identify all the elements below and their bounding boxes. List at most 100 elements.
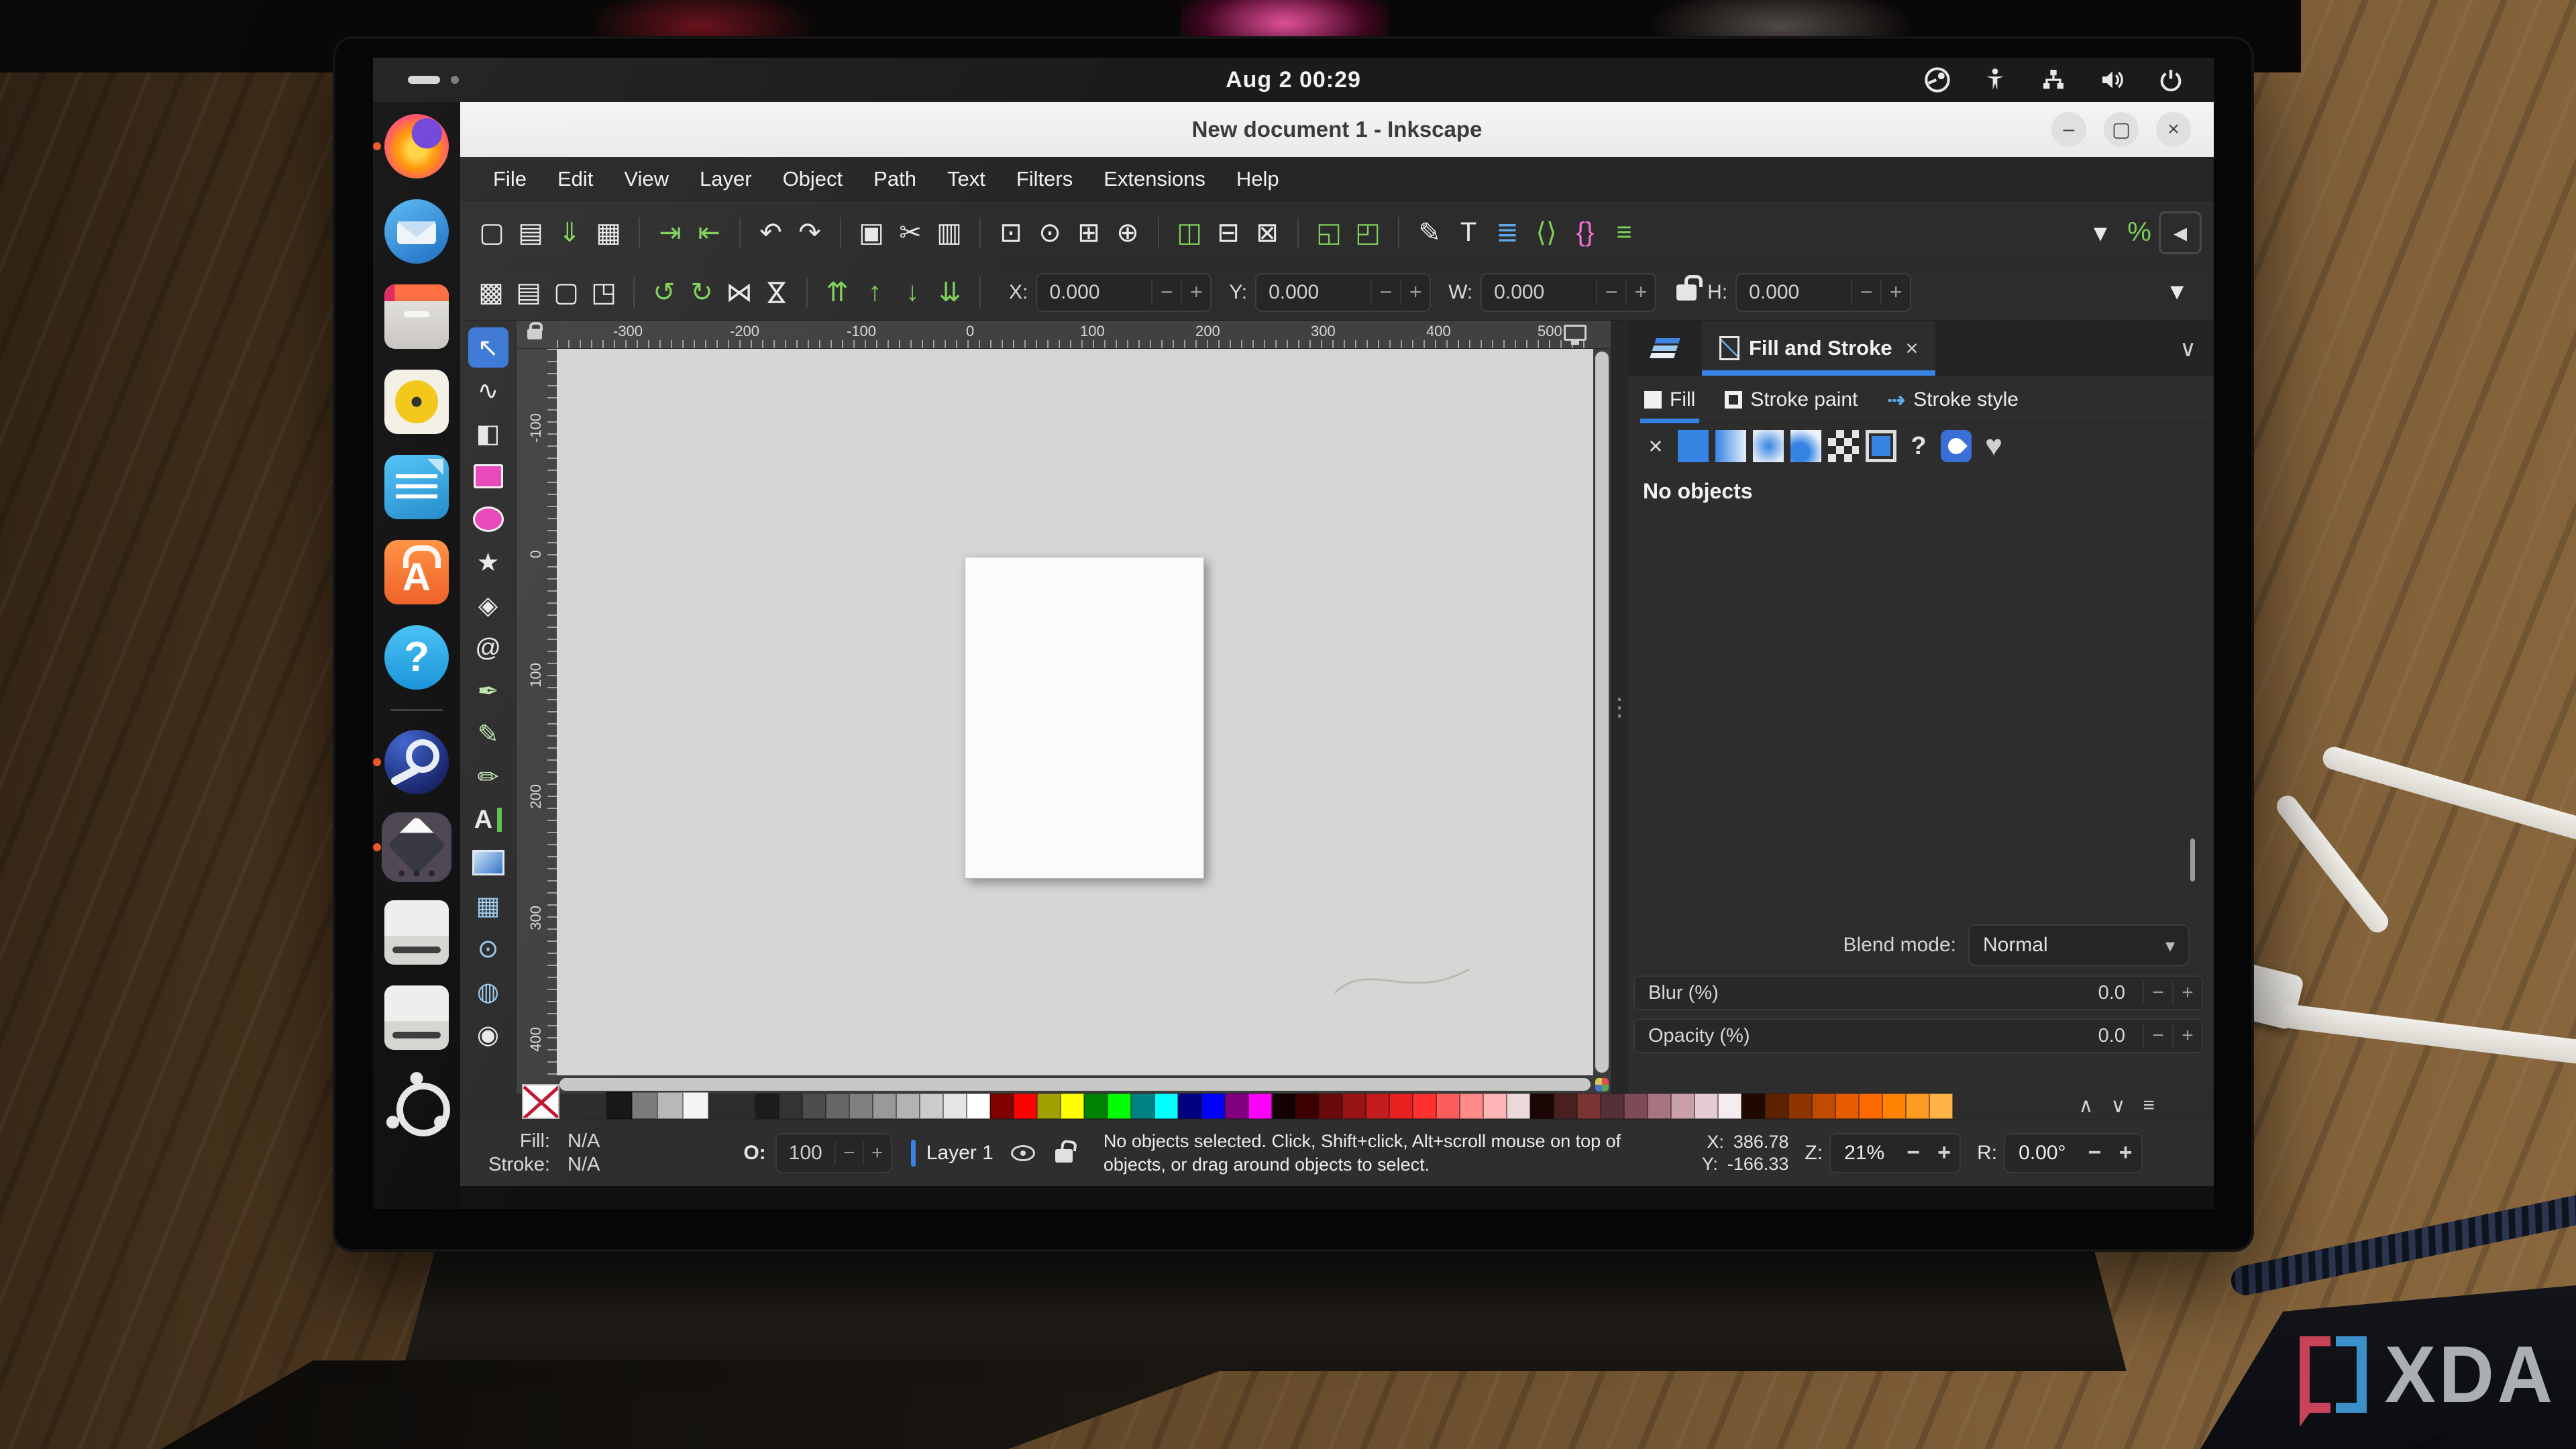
find-dialog-icon[interactable]: {} [1566, 213, 1605, 252]
paint-flat-icon[interactable] [1678, 430, 1709, 462]
power-icon[interactable] [2157, 66, 2184, 93]
fill-stroke-dialog-icon[interactable]: ✎ [1410, 213, 1449, 252]
document-page[interactable] [965, 557, 1204, 879]
layers-dialog-icon[interactable]: ≣ [1488, 213, 1527, 252]
color-swatch[interactable] [632, 1092, 657, 1119]
text-dialog-icon[interactable]: T [1449, 213, 1488, 252]
tool-pen[interactable]: ✒ [468, 671, 508, 711]
paint-unknown-icon[interactable]: ? [1903, 430, 1934, 462]
accessibility-icon[interactable] [1982, 66, 2008, 93]
dock-separator[interactable] [382, 708, 451, 712]
opacity-value[interactable]: 100 [777, 1142, 835, 1165]
color-swatch[interactable] [657, 1092, 683, 1119]
menu-item[interactable]: Path [858, 157, 932, 201]
color-swatch[interactable] [1671, 1093, 1695, 1119]
close-button[interactable]: × [2156, 112, 2191, 147]
hamburger-icon[interactable]: ≡ [2143, 1094, 2155, 1118]
zoom-center-icon[interactable]: ⊕ [1108, 213, 1147, 252]
color-management-icon[interactable] [1593, 1075, 1611, 1093]
paint-pattern-icon[interactable] [1828, 430, 1859, 462]
color-swatch[interactable] [779, 1093, 802, 1119]
tool-node[interactable]: ∿ [468, 370, 508, 411]
align-dialog-icon[interactable]: ≡ [1605, 213, 1644, 252]
decrement-icon[interactable]: − [835, 1142, 863, 1165]
opacity-slider[interactable]: Opacity (%) 0.0 − + [1633, 1018, 2203, 1053]
tool-tweak[interactable]: ◉ [468, 1014, 508, 1055]
increment-icon[interactable]: + [1400, 280, 1430, 305]
menu-item[interactable]: Extensions [1088, 157, 1221, 201]
color-swatch[interactable] [920, 1093, 943, 1119]
h-input[interactable]: 0.000 − + [1735, 273, 1911, 312]
dock-steam[interactable] [382, 727, 451, 797]
dock-drive-1[interactable] [382, 898, 451, 967]
color-swatch[interactable] [967, 1093, 990, 1119]
increment-icon[interactable]: + [1181, 280, 1210, 305]
color-swatch[interactable] [755, 1093, 779, 1119]
color-swatch[interactable] [1507, 1093, 1530, 1119]
toolbar-overflow-icon[interactable]: ▼ [2165, 279, 2202, 305]
increment-icon[interactable]: + [1625, 280, 1655, 305]
y-value[interactable]: 0.000 [1256, 281, 1371, 304]
lower-bottom-icon[interactable]: ⇊ [931, 273, 969, 312]
lower-icon[interactable]: ↓ [894, 273, 931, 312]
color-swatch[interactable] [896, 1093, 920, 1119]
color-swatch[interactable] [1460, 1093, 1483, 1119]
w-input[interactable]: 0.000 − + [1481, 273, 1656, 312]
color-swatch[interactable] [1108, 1093, 1131, 1119]
color-swatch[interactable] [1906, 1093, 1929, 1119]
decrement-icon[interactable]: − [1596, 280, 1625, 305]
color-swatch[interactable] [990, 1093, 1014, 1119]
color-swatch[interactable] [1037, 1093, 1061, 1119]
restore-button[interactable]: ▢ [2104, 112, 2139, 147]
menu-item[interactable]: File [478, 157, 542, 201]
color-swatch[interactable] [683, 1092, 708, 1119]
color-swatch[interactable] [1155, 1093, 1178, 1119]
color-swatch[interactable] [943, 1093, 967, 1119]
workspace-indicator[interactable] [408, 76, 459, 84]
paint-swatch-icon[interactable] [1866, 430, 1896, 462]
tool-3dbox[interactable]: ◈ [468, 585, 508, 625]
panel-splitter[interactable]: ⋮ [1611, 321, 1628, 1093]
horizontal-scrollbar[interactable] [557, 1075, 1593, 1093]
tool-spiral[interactable]: @ [468, 628, 508, 668]
deselect-icon[interactable]: ▢ [547, 273, 585, 312]
paint-radial-gradient-icon[interactable] [1753, 430, 1784, 462]
color-swatch[interactable] [1201, 1093, 1225, 1119]
layer-indicator[interactable]: Layer 1 [911, 1140, 1073, 1167]
menu-item[interactable]: Help [1221, 157, 1295, 201]
decrement-icon[interactable]: − [2080, 1140, 2110, 1166]
horizontal-ruler[interactable]: -300-200-1000100200300400500 [557, 321, 1593, 349]
panel-scrollbar[interactable] [2190, 839, 2195, 881]
color-swatch[interactable] [1648, 1093, 1671, 1119]
zoom-page-icon[interactable]: ⊞ [1069, 213, 1108, 252]
tool-text[interactable]: A [468, 800, 508, 840]
clock[interactable]: Aug 2 00:29 [1226, 67, 1361, 93]
separator[interactable] [739, 217, 741, 248]
blur-value[interactable]: 0.0 [2098, 982, 2143, 1004]
paste-icon[interactable]: ▥ [930, 213, 969, 252]
color-swatch[interactable] [1483, 1093, 1507, 1119]
color-swatch[interactable] [606, 1092, 632, 1119]
color-swatch[interactable] [1295, 1093, 1319, 1119]
select-all-layers-icon[interactable]: ▤ [510, 273, 547, 312]
tool-dropper[interactable]: ⊙ [468, 928, 508, 969]
toolbar-overflow-icon[interactable]: ▾ [2081, 213, 2120, 252]
color-swatch[interactable] [1014, 1093, 1037, 1119]
tab-fill-and-stroke[interactable]: Fill and Stroke × [1702, 321, 1935, 376]
color-swatch[interactable] [1741, 1093, 1765, 1119]
separator[interactable] [806, 277, 808, 308]
decrement-icon[interactable]: − [1371, 280, 1400, 305]
tool-star[interactable]: ★ [468, 542, 508, 582]
h-value[interactable]: 0.000 [1737, 281, 1851, 304]
color-swatch[interactable] [1342, 1093, 1366, 1119]
color-swatch[interactable] [1718, 1093, 1741, 1119]
save-icon[interactable]: ⇓ [550, 213, 589, 252]
tab-stroke-paint[interactable]: Stroke paint [1725, 376, 1858, 423]
color-swatch[interactable] [1835, 1093, 1859, 1119]
display-mode-icon[interactable] [1564, 325, 1587, 341]
increment-icon[interactable]: + [2172, 981, 2202, 1004]
increment-icon[interactable]: + [2110, 1140, 2141, 1166]
color-swatch[interactable] [1812, 1093, 1835, 1119]
color-swatch[interactable] [1225, 1093, 1248, 1119]
zoom-drawing-icon[interactable]: ⊙ [1030, 213, 1069, 252]
